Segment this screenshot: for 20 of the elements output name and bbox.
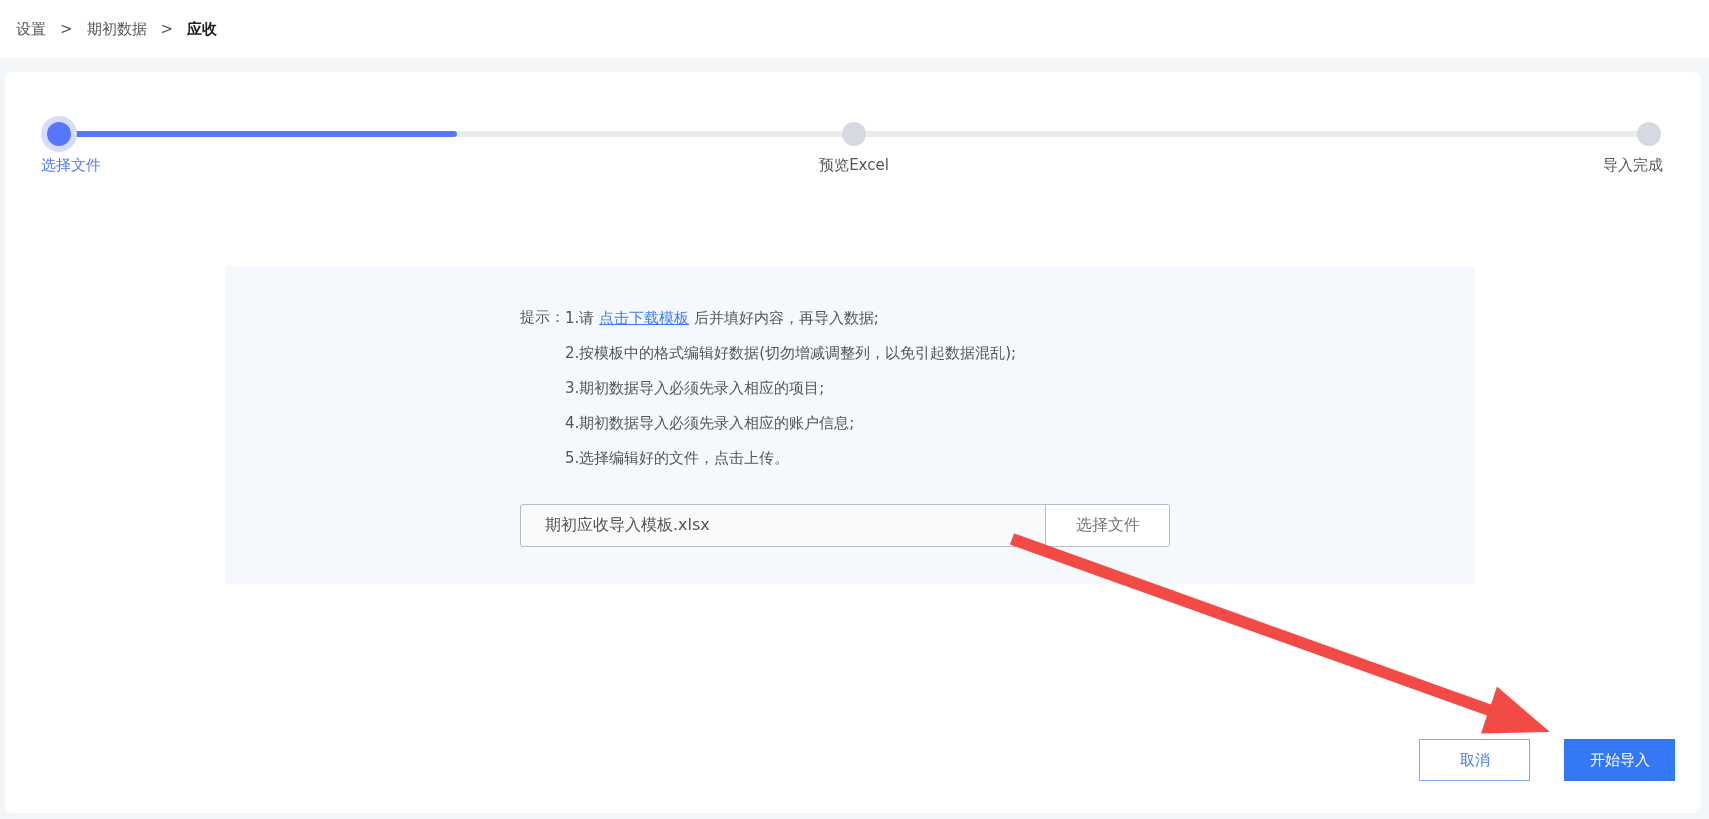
tip-text: 3.期初数据导入必须先录入相应的项目; — [565, 378, 826, 398]
file-name: 期初应收导入模板.xlsx — [544, 514, 711, 536]
tip-text: 5.选择编辑好的文件，点击上传。 — [565, 448, 791, 468]
breadcrumb-separator: > — [60, 20, 73, 38]
breadcrumb-item[interactable]: 设置 — [16, 19, 46, 39]
breadcrumb-item: 应收 — [187, 19, 218, 39]
tip-text: 4.期初数据导入必须先录入相应的账户信息; — [565, 413, 856, 433]
start-import-button[interactable]: 开始导入 — [1564, 739, 1675, 781]
tip-label: 提示： — [520, 308, 565, 328]
step-label: 选择文件 — [41, 156, 101, 175]
tip-text: 1.请 点击下载模板 后并填好内容，再导入数据; — [565, 308, 880, 328]
breadcrumb-item[interactable]: 期初数据 — [86, 19, 147, 39]
step-label: 导入完成 — [1603, 156, 1663, 175]
choose-file-button[interactable]: 选择文件 — [1045, 505, 1169, 546]
file-field[interactable]: 期初应收导入模板.xlsx 选择文件 — [520, 504, 1170, 547]
cancel-button[interactable]: 取消 — [1419, 739, 1530, 781]
tip-text: 2.按模板中的格式编辑好数据(切勿增减调整列，以免引起数据混乱); — [565, 343, 1017, 363]
breadcrumb-separator: > — [160, 20, 174, 38]
download-template-link[interactable]: 点击下载模板 — [599, 309, 690, 327]
step-label: 预览Excel — [819, 156, 889, 175]
